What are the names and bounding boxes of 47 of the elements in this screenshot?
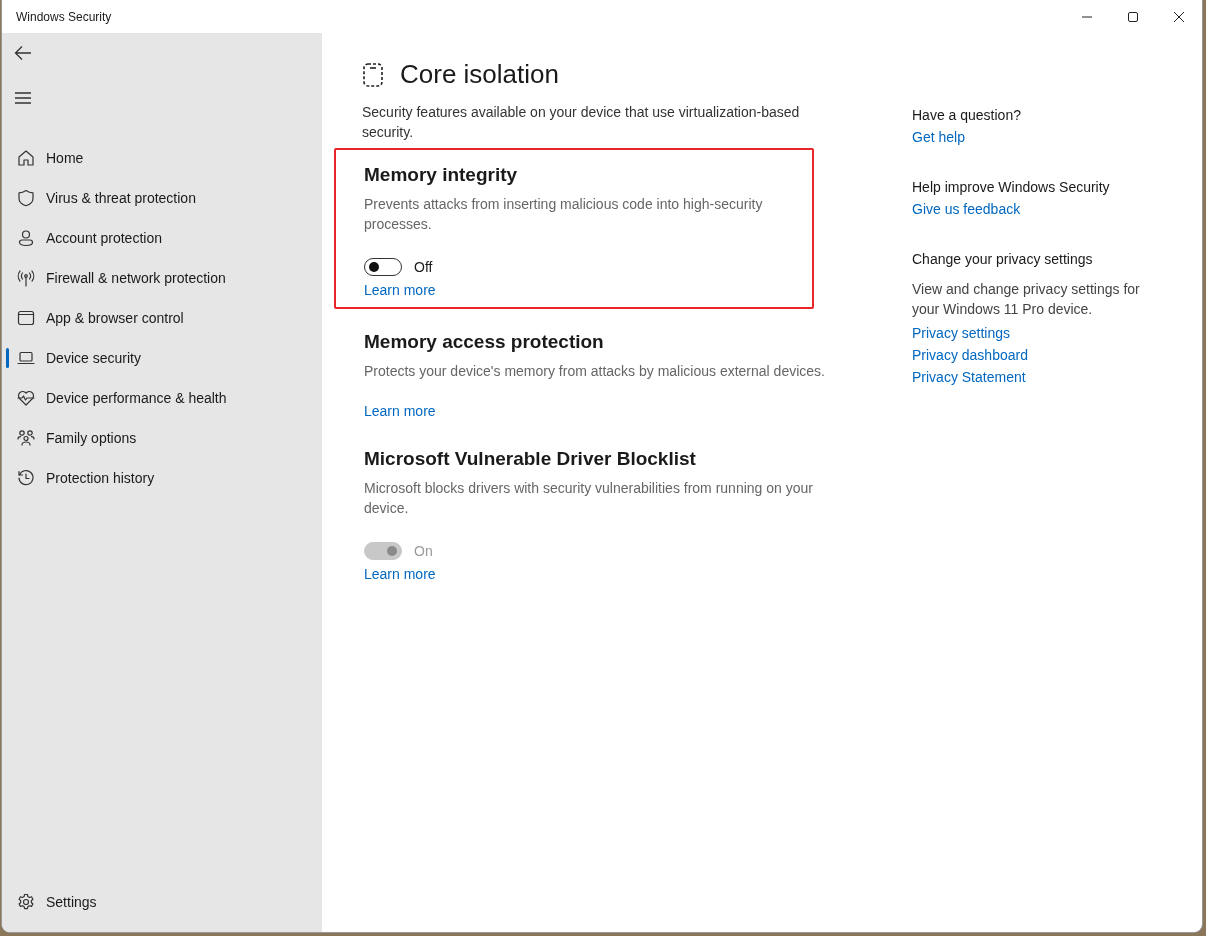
- aside-heading: Change your privacy settings: [912, 251, 1094, 267]
- aside-heading: Have a question?: [912, 107, 1022, 123]
- section-title: Memory access protection: [364, 331, 605, 353]
- settings-icon: [16, 892, 36, 912]
- history-icon: [16, 468, 36, 488]
- section-description: Protects your device's memory from attacks by malicious external devices.: [364, 362, 826, 381]
- window-title: Windows Security: [16, 9, 112, 24]
- sidebar-item[interactable]: Family options: [2, 418, 322, 458]
- learn-more-link[interactable]: Learn more: [364, 282, 436, 298]
- people-icon: [16, 428, 36, 448]
- toggle-state: On: [414, 543, 433, 559]
- section-description: Prevents attacks from inserting malicious code into high-security processes.: [364, 195, 764, 234]
- sidebar-item[interactable]: Virus & threat protection: [2, 178, 322, 218]
- menu-icon: [14, 92, 32, 104]
- chip-icon: [362, 61, 384, 88]
- person-icon: [16, 228, 36, 248]
- aside-heading: Help improve Windows Security: [912, 179, 1111, 195]
- sidebar-item[interactable]: Firewall & network protection: [2, 258, 322, 298]
- learn-more-link[interactable]: Learn more: [364, 566, 436, 582]
- home-icon: [16, 148, 36, 168]
- section-description: Microsoft blocks drivers with security vulnerabilities from running on your device.: [364, 479, 814, 518]
- aside-link[interactable]: Give us feedback: [912, 201, 1021, 217]
- learn-more-link[interactable]: Learn more: [364, 403, 436, 419]
- sidebar-item[interactable]: Device performance & health: [2, 378, 322, 418]
- aside-link[interactable]: Get help: [912, 129, 965, 145]
- aside-link[interactable]: Privacy settings: [912, 325, 1011, 341]
- sidebar-item[interactable]: Device security: [2, 338, 322, 378]
- maximize-icon: [1127, 10, 1139, 23]
- aside-link[interactable]: Privacy dashboard: [912, 347, 1028, 363]
- antenna-icon: [16, 268, 36, 288]
- back-arrow-icon: [14, 45, 32, 61]
- sidebar-item[interactable]: Account protection: [2, 218, 322, 258]
- aside-text: View and change privacy settings for your Windows 11 Pro device.: [912, 280, 1141, 319]
- toggle-state: Off: [414, 259, 433, 275]
- heart-pulse-icon: [16, 388, 36, 408]
- settings-button[interactable]: Settings: [2, 882, 97, 922]
- window-icon: [16, 308, 36, 328]
- shield-icon: [16, 188, 36, 208]
- page-description: Security features available on your device that use virtualization-based security.: [362, 103, 801, 142]
- aside-link[interactable]: Privacy Statement: [912, 369, 1026, 385]
- sidebar-item[interactable]: Home: [2, 138, 322, 178]
- close-icon: [1173, 10, 1185, 23]
- sidebar-item[interactable]: App & browser control: [2, 298, 322, 338]
- page-title: Core isolation: [400, 59, 559, 90]
- section-title: Memory integrity: [364, 164, 519, 186]
- sidebar-item[interactable]: Protection history: [2, 458, 322, 498]
- section-title: Microsoft Vulnerable Driver Blocklist: [364, 448, 697, 470]
